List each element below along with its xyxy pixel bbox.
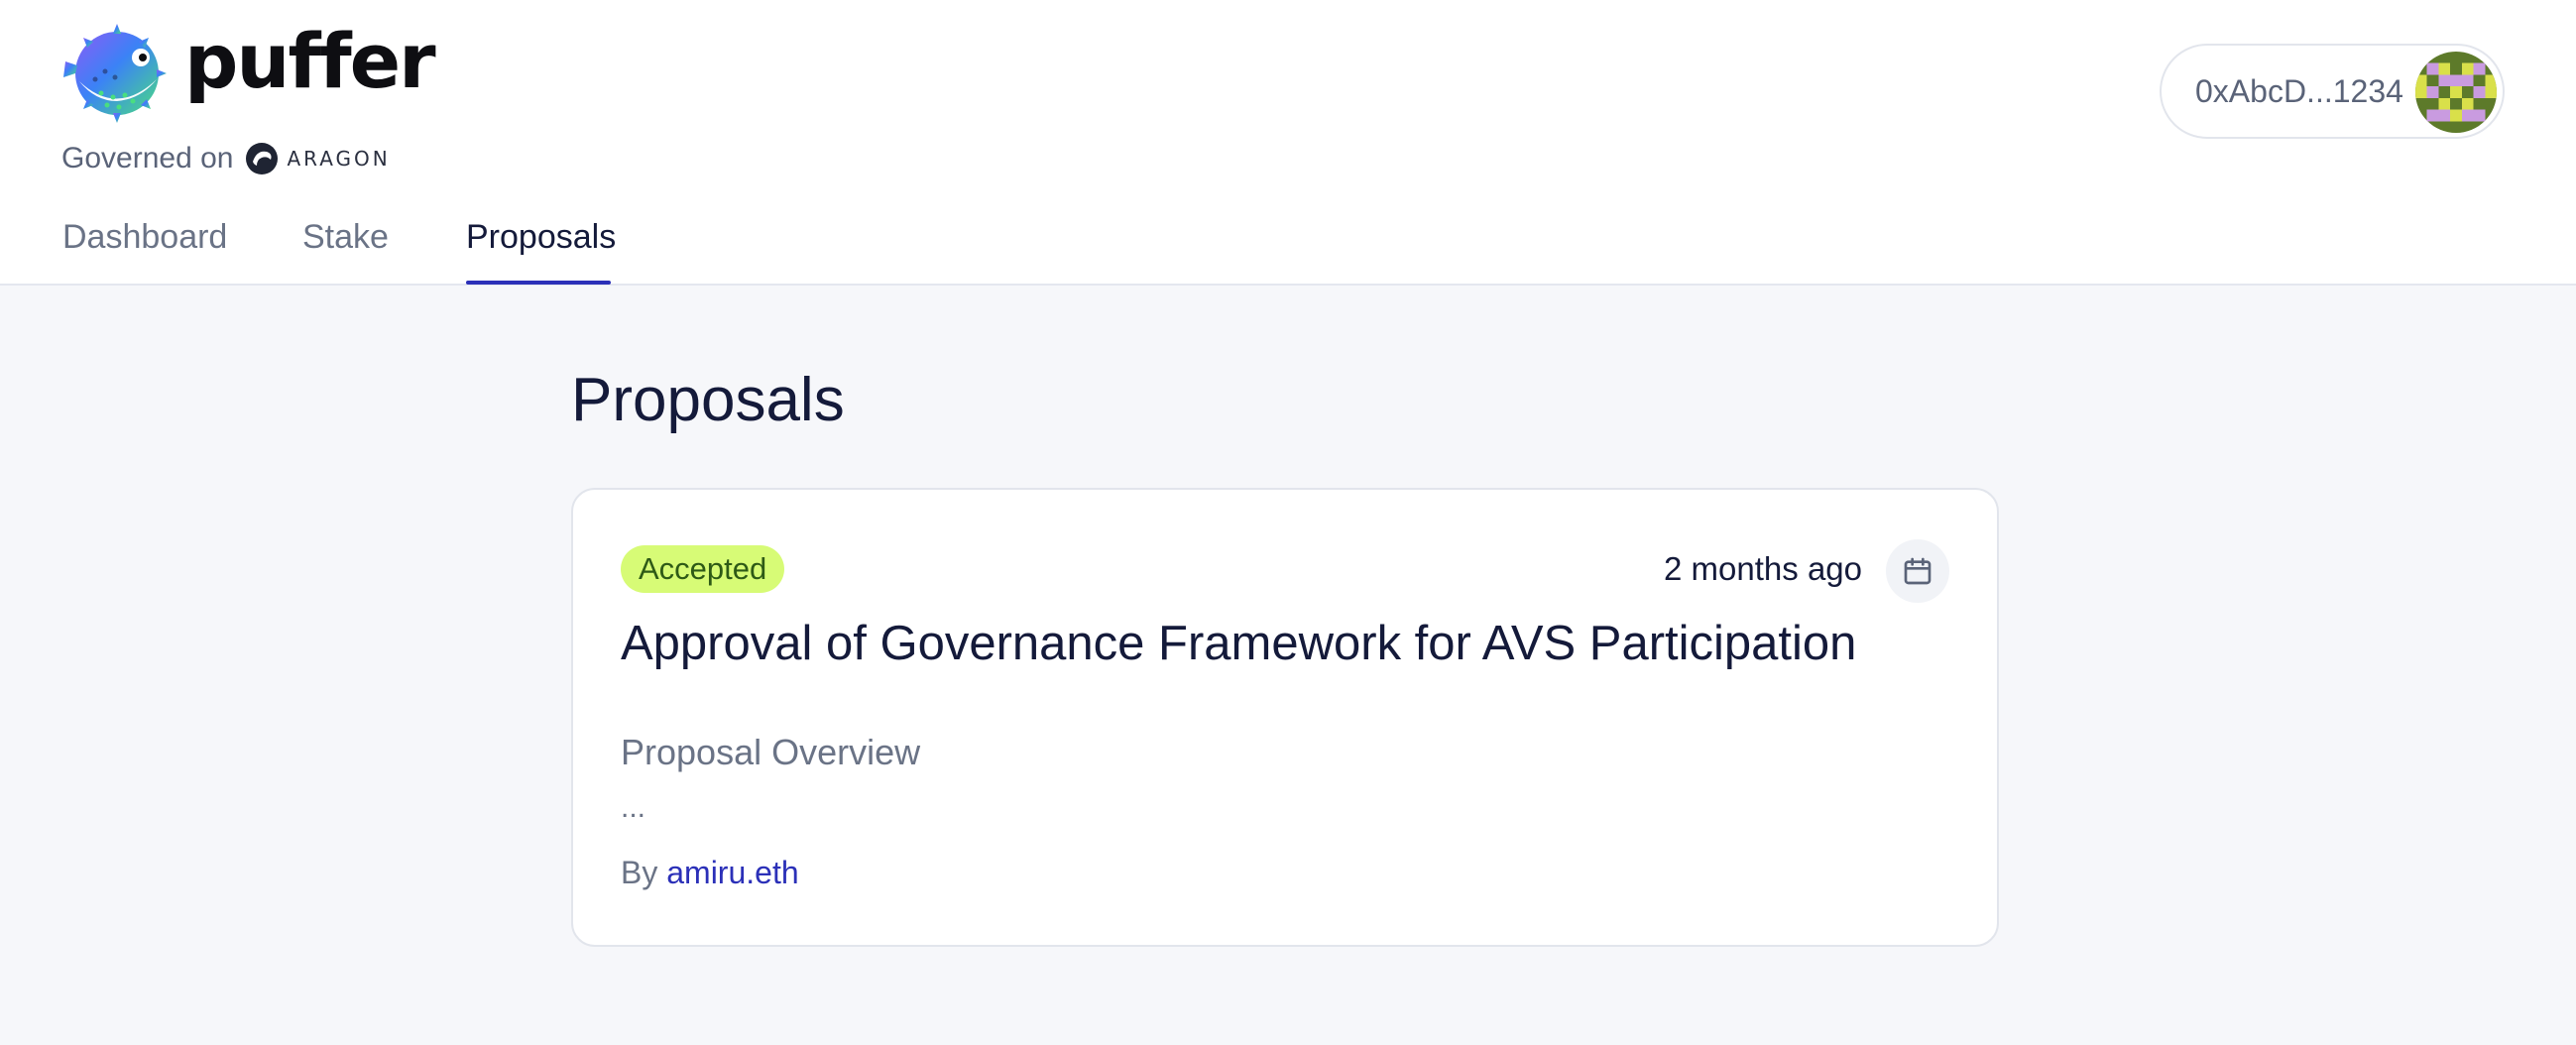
proposal-card[interactable]: Accepted 2 months ago Approval of Govern…: [571, 488, 1999, 947]
aragon-logo-icon: [246, 143, 279, 174]
by-label: By: [621, 855, 667, 890]
governed-prefix: Governed on: [61, 142, 234, 174]
status-badge: Accepted: [621, 545, 785, 593]
brand-name: puffer: [184, 17, 436, 105]
governed-on-label: Governed on ARAGON: [61, 139, 391, 178]
pufferfish-logo-icon: [63, 24, 167, 123]
top-header: puffer Governed on ARAGON Dashboard Stak…: [0, 0, 2576, 286]
tab-dashboard[interactable]: Dashboard: [62, 218, 227, 257]
tab-proposals[interactable]: Proposals: [466, 218, 616, 257]
author-link[interactable]: amiru.eth: [666, 855, 798, 890]
identicon-avatar: [2415, 52, 2497, 133]
proposal-byline: By amiru.eth: [621, 855, 799, 891]
aragon-wordmark: ARAGON: [287, 147, 391, 171]
proposal-excerpt: ...: [621, 791, 646, 824]
proposal-overview-heading: Proposal Overview: [621, 732, 921, 772]
page-title: Proposals: [571, 366, 845, 434]
proposal-title[interactable]: Approval of Governance Framework for AVS…: [621, 615, 1856, 673]
calendar-button[interactable]: [1886, 539, 1949, 603]
wallet-button[interactable]: 0xAbcD...1234: [2160, 44, 2505, 139]
active-tab-indicator: [466, 281, 611, 285]
wallet-address: 0xAbcD...1234: [2195, 72, 2403, 109]
puffer-logo[interactable]: puffer: [61, 22, 436, 125]
proposal-time-ago: 2 months ago: [1664, 550, 1862, 587]
tab-stake[interactable]: Stake: [302, 218, 389, 257]
calendar-icon: [1904, 557, 1932, 585]
